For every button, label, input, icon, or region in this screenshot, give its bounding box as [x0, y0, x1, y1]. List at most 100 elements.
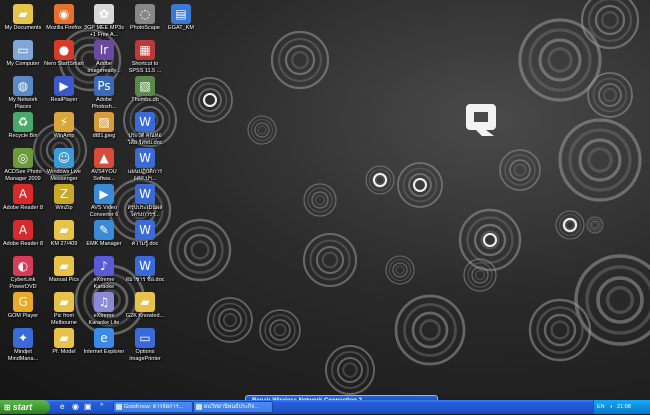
desktop-icon-label: Pic from Melbourne [51, 313, 77, 326]
language-indicator[interactable]: EN [597, 404, 605, 410]
wallpaper-ring [291, 51, 309, 69]
desktop-icon-label: Nero StartSmart [44, 61, 84, 67]
desktop-icon[interactable]: A Adobe Reader 8 [2, 220, 44, 248]
folder-icon: ▰ [54, 292, 74, 312]
wallpaper-ring [543, 313, 577, 347]
word-doc-icon: W [135, 220, 155, 240]
desktop-icon[interactable]: W สรุปประเมินผล โครงการฯ... [124, 184, 166, 218]
wallpaper-ring [518, 18, 602, 102]
nero-icon: ● [54, 40, 74, 60]
desktop-icon[interactable]: W สมาชาร ชื่อ.doc [124, 256, 166, 284]
wallpaper-ring [592, 222, 598, 228]
desktop-icon[interactable]: e Internet Explorer [83, 328, 125, 356]
wallpaper-ring [273, 323, 287, 337]
internet-explorer-icon: e [94, 328, 114, 348]
firefox-quicklaunch-icon[interactable]: ◉ [72, 402, 79, 411]
wallpaper-ring [183, 233, 217, 267]
desktop-icon[interactable]: ♻ Recycle Bin [2, 112, 44, 140]
start-label: start [12, 402, 33, 412]
desktop-icon[interactable]: Ps Adobe Photosh... [83, 76, 125, 110]
wallpaper-ring [601, 11, 619, 29]
desktop-icon[interactable]: ▶ AVS Video Converter 6 [83, 184, 125, 218]
desktop-icon[interactable]: ✿ 3GP MEE MP3s +1 Free A... [83, 4, 125, 38]
desktop-icon[interactable]: ◍ My Network Places [2, 76, 44, 110]
adobe-imageready-icon: Ir [94, 40, 114, 60]
desktop-icon[interactable]: ▰ Pf. Model [43, 328, 85, 356]
wallpaper-ring [458, 208, 522, 272]
desktop-icon-label: แผนปฏิบัติการ อศศ.ปฯ... [127, 169, 163, 182]
wallpaper-ring [302, 232, 358, 288]
desktop-icon-label: My Computer [6, 61, 40, 67]
desktop-icon[interactable]: W แผนปฏิบัติการ อศศ.ปฯ... [124, 148, 166, 182]
desktop-icon-label: eXtreme Karaoke Lite [88, 313, 120, 326]
wallpaper-ring [528, 298, 592, 362]
gom-player-icon: G [13, 292, 33, 312]
desktop-icon[interactable]: W ประวัติ คุณท่อ วิลัย ร์สพบ.doc [124, 112, 166, 146]
desktop-icon-label: Thumbs.db [131, 97, 159, 103]
desktop-icon-label: Windows Live Messenger [47, 169, 81, 182]
wallpaper-ring [325, 345, 375, 395]
desktop-icon[interactable]: ◎ ACDSee Photo Manager 2009 [2, 148, 44, 182]
desktop-icon[interactable]: ☺ Windows Live Messenger [43, 148, 85, 182]
wallpaper-ring [342, 362, 358, 378]
desktop-icon[interactable]: ♫ eXtreme Karaoke Lite [83, 292, 125, 326]
desktop-icon[interactable]: ▲ AVS4YOU Softwa... [83, 148, 125, 182]
emk-manager-icon: ✎ [94, 220, 114, 240]
wallpaper-ring [269, 319, 291, 341]
clock[interactable]: 21:08 [617, 404, 631, 410]
desktop-icon[interactable]: ▭ My Computer [2, 40, 44, 68]
start-button[interactable]: ⊞ start [0, 400, 50, 414]
computer-icon: ▭ [13, 40, 33, 60]
network-tray-icon[interactable]: ◐ [610, 404, 613, 410]
quicklaunch-more-icon[interactable]: » [100, 402, 103, 408]
desktop-icon[interactable]: ✎ EMK Manager [83, 220, 125, 248]
desktop-icon[interactable]: W ความรู้.doc [124, 220, 166, 248]
wallpaper-ring [474, 269, 486, 281]
desktop-icon[interactable]: ♪ eXtreme Karaoke [83, 256, 125, 290]
desktop-icon[interactable]: ▶ RealPlayer [43, 76, 85, 104]
desktop-icon[interactable]: ▤ EGAT_KM [160, 4, 202, 32]
desktop-icon[interactable]: ⚡ WinAmp [43, 112, 85, 140]
wallpaper-ring [594, 4, 626, 36]
wallpaper-ring [547, 47, 573, 73]
desktop-icon-label: Adobe Photosh... [91, 97, 117, 110]
desktop-icon[interactable]: ▨ dt81.jpeg [83, 112, 125, 140]
wallpaper-ring [602, 87, 618, 103]
desktop[interactable]: ▰ My Documents ◉ Mozilla Firefox ✿ 3GP MEE MP… [0, 0, 650, 400]
spss-icon: ▦ [135, 40, 155, 60]
messenger-icon: ☺ [54, 148, 74, 168]
desktop-icon[interactable]: ▭ Options ImagePrinter [124, 328, 166, 362]
wallpaper-ring [207, 297, 253, 343]
wallpaper-ring [254, 122, 270, 138]
desktop-icon[interactable]: Z WinZip [43, 184, 85, 212]
desktop-icon[interactable]: G GOM Player [2, 292, 44, 320]
wallpaper-ring [509, 159, 531, 181]
wallpaper-highlight-ring [413, 178, 427, 192]
desktop-icon[interactable]: ▰ G2K Knowled... [124, 292, 166, 320]
wallpaper-ring [365, 165, 395, 195]
desktop-icon[interactable]: ▰ Manual Pics [43, 256, 85, 284]
firefox-icon: ◉ [54, 4, 74, 24]
desktop-icon[interactable]: ▰ Pic from Melbourne [43, 292, 85, 326]
wallpaper-ring [259, 309, 301, 351]
desktop-icon[interactable]: Ir Adobe Imageready... [83, 40, 125, 74]
desktop-icon[interactable]: ● Nero StartSmart [43, 40, 85, 68]
taskbar-item-thesis[interactable]: ผนวิทยานิพนธ์ประกิจ... [193, 401, 273, 413]
desktop-icon-label: My Network Places [8, 97, 38, 110]
desktop-icon-label: Manual Pics [49, 277, 79, 283]
winamp-icon: ⚡ [54, 112, 74, 132]
wallpaper-ring [187, 77, 233, 123]
desktop-icon[interactable]: ✦ Mindjet MindMana... [2, 328, 44, 362]
desktop-icon-label: eXtreme Karaoke [93, 277, 115, 290]
desktop-icon[interactable]: ▧ Thumbs.db [124, 76, 166, 104]
task-label: ผนวิทยานิพนธ์ประกิจ... [204, 404, 260, 410]
desktop-icon[interactable]: ▦ Shortcut to SPSS 11.5 ... [124, 40, 166, 74]
show-desktop-icon[interactable]: ▣ [84, 402, 92, 411]
ie-quicklaunch-icon[interactable]: e [60, 402, 64, 411]
desktop-icon[interactable]: ◉ Mozilla Firefox [43, 4, 85, 32]
desktop-icon[interactable]: ▰ KM 27/409 [43, 220, 85, 248]
desktop-icon[interactable]: ▰ My Documents [2, 4, 44, 32]
taskbar-item-gotoknow[interactable]: GotoKnow: ตารจัดการ... [113, 401, 193, 413]
desktop-icon[interactable]: ◐ CyberLink PowerDVD [2, 256, 44, 290]
desktop-icon[interactable]: A Adobe Reader 8 [2, 184, 44, 212]
